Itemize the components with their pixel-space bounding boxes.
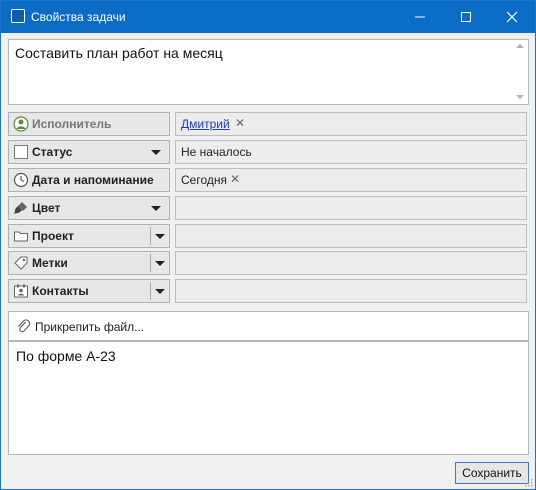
maximize-button[interactable] <box>443 1 489 33</box>
status-button[interactable]: Статус <box>8 140 170 164</box>
project-label: Проект <box>32 229 74 243</box>
close-button[interactable] <box>489 1 535 33</box>
title-bar[interactable]: Свойства задачи <box>1 1 535 33</box>
clock-icon <box>13 172 29 188</box>
color-value-field[interactable] <box>175 196 527 220</box>
status-label: Статус <box>32 145 73 159</box>
maximize-icon <box>461 12 471 22</box>
assignee-button[interactable]: Исполнитель <box>8 112 170 136</box>
attach-file-button[interactable]: Прикрепить файл... <box>8 311 529 341</box>
window-title: Свойства задачи <box>31 10 126 24</box>
tags-label: Метки <box>32 256 68 270</box>
contacts-value-field[interactable] <box>175 279 527 303</box>
person-icon <box>13 116 29 132</box>
split-divider <box>150 282 151 300</box>
field-row-status: Статус Не началось <box>8 140 527 164</box>
scroll-down-icon[interactable] <box>516 95 524 99</box>
checkbox-icon <box>14 145 28 159</box>
color-label: Цвет <box>32 201 61 215</box>
save-button-label: Сохранить <box>462 466 522 480</box>
field-row-contacts: Контакты <box>8 279 527 303</box>
field-row-date: Дата и напоминание Сегодня ✕ <box>8 168 527 192</box>
field-row-assignee: Исполнитель Дмитрий ✕ <box>8 112 527 136</box>
date-value: Сегодня <box>181 173 227 187</box>
folder-icon <box>14 231 28 242</box>
status-value-field[interactable]: Не началось <box>175 140 527 164</box>
tags-button[interactable]: Метки <box>8 251 170 275</box>
chevron-down-icon[interactable] <box>155 234 165 239</box>
paint-brush-icon <box>14 202 27 214</box>
save-button[interactable]: Сохранить <box>455 462 529 484</box>
chevron-down-icon <box>151 206 161 211</box>
assignee-value-field[interactable]: Дмитрий ✕ <box>175 112 527 136</box>
assignee-label: Исполнитель <box>32 117 112 131</box>
chevron-down-icon[interactable] <box>155 289 165 294</box>
remove-assignee-icon[interactable]: ✕ <box>235 116 245 130</box>
project-value-field[interactable] <box>175 224 527 248</box>
scroll-up-icon[interactable] <box>516 44 524 48</box>
paperclip-icon <box>18 319 30 333</box>
close-icon <box>506 11 518 23</box>
app-icon <box>11 9 25 23</box>
notes-textarea[interactable]: По форме А-23 <box>8 341 529 455</box>
resize-grip-icon[interactable] <box>524 478 533 487</box>
contacts-button[interactable]: Контакты <box>8 279 170 303</box>
contacts-icon <box>14 284 28 298</box>
split-divider <box>150 227 151 245</box>
remove-date-icon[interactable]: ✕ <box>230 172 240 186</box>
project-button[interactable]: Проект <box>8 224 170 248</box>
subject-field[interactable]: Составить план работ на месяц <box>8 39 529 105</box>
minimize-icon <box>415 16 425 18</box>
subject-scrollbar[interactable] <box>512 40 528 104</box>
field-row-tags: Метки <box>8 251 527 275</box>
field-row-color: Цвет <box>8 196 527 220</box>
field-row-project: Проект <box>8 224 527 248</box>
attach-file-label: Прикрепить файл... <box>35 320 145 334</box>
subject-text: Составить план работ на месяц <box>15 45 223 61</box>
assignee-link[interactable]: Дмитрий <box>181 117 230 131</box>
date-reminder-label: Дата и напоминание <box>32 173 154 187</box>
tags-value-field[interactable] <box>175 251 527 275</box>
status-value: Не началось <box>181 145 252 159</box>
notes-text: По форме А-23 <box>16 348 116 364</box>
chevron-down-icon <box>151 150 161 155</box>
contacts-label: Контакты <box>32 284 89 298</box>
date-value-field[interactable]: Сегодня ✕ <box>175 168 527 192</box>
date-reminder-button[interactable]: Дата и напоминание <box>8 168 170 192</box>
task-properties-window: Свойства задачи Составить план работ на … <box>0 0 536 490</box>
chevron-down-icon[interactable] <box>155 261 165 266</box>
color-button[interactable]: Цвет <box>8 196 170 220</box>
tag-icon <box>14 256 28 270</box>
minimize-button[interactable] <box>397 1 443 33</box>
split-divider <box>150 254 151 272</box>
